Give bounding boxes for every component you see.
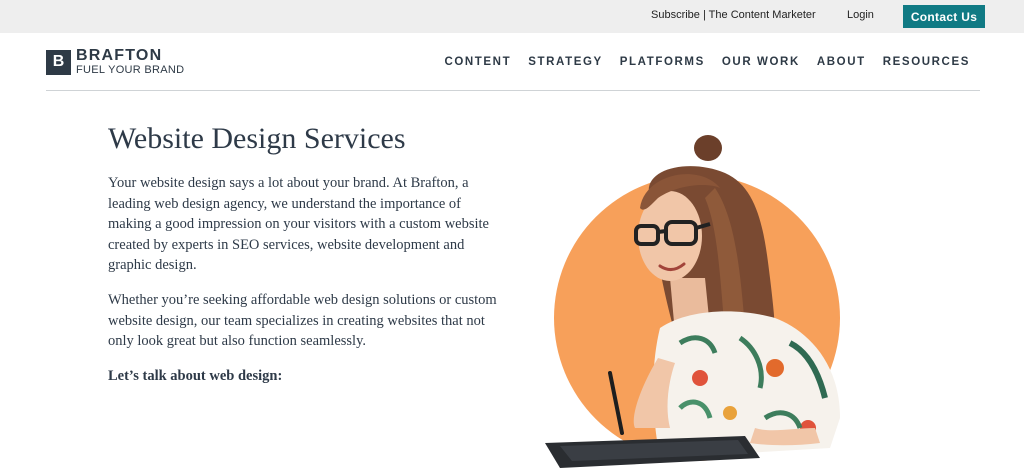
nav-item-platforms[interactable]: PLATFORMS	[620, 56, 705, 68]
hero-image	[545, 135, 840, 468]
intro-paragraph: Your website design says a lot about you…	[108, 175, 489, 274]
page-title: Website Design Services	[108, 122, 406, 155]
right-arm	[750, 428, 820, 446]
logo-mark-icon: B	[46, 49, 71, 75]
logo-name: BRAFTON	[76, 47, 163, 64]
logo-tagline: FUEL YOUR BRAND	[76, 64, 185, 76]
nav-item-content[interactable]: CONTENT	[444, 56, 511, 68]
subscribe-link[interactable]: Subscribe | The Content Marketer	[651, 9, 816, 21]
nav-item-about[interactable]: ABOUT	[817, 56, 866, 68]
contact-us-button[interactable]: Contact Us	[903, 5, 985, 28]
utility-bar: Subscribe | The Content Marketer Login C…	[0, 0, 1024, 33]
logo-wordmark: BRAFTON FUEL YOUR BRAND	[76, 48, 184, 76]
nav-item-our-work[interactable]: OUR WORK	[722, 56, 800, 68]
nav-item-strategy[interactable]: STRATEGY	[528, 56, 603, 68]
main-nav: CONTENT STRATEGY PLATFORMS OUR WORK ABOU…	[444, 56, 970, 68]
nav-item-resources[interactable]: RESOURCES	[883, 56, 970, 68]
login-link[interactable]: Login	[847, 9, 874, 21]
hair-bun	[694, 135, 722, 161]
services-paragraph: Whether you’re seeking affordable web de…	[108, 292, 497, 350]
cta-label: Let’s talk about web design:	[108, 368, 283, 384]
header-divider	[46, 90, 980, 91]
brafton-logo[interactable]: B BRAFTON FUEL YOUR BRAND	[46, 48, 184, 76]
